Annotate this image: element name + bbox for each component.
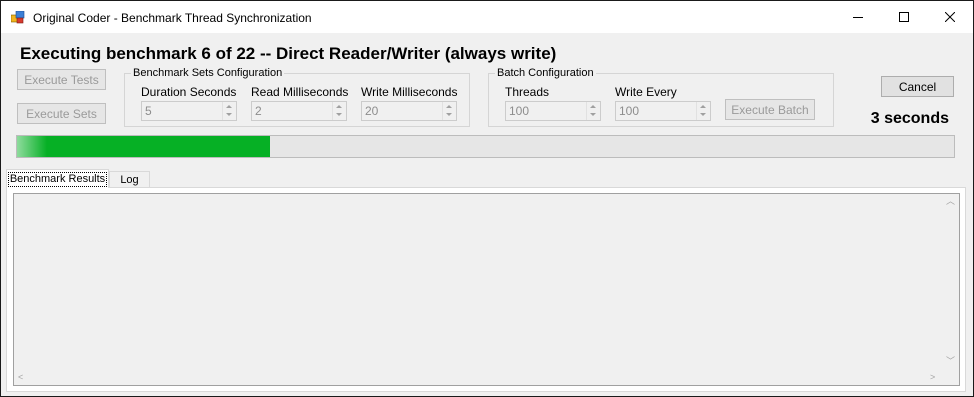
read-milliseconds-label: Read Milliseconds xyxy=(251,85,349,99)
scroll-down-icon[interactable]: ﹀ xyxy=(946,357,955,366)
tab-label: Benchmark Results xyxy=(7,171,108,187)
duration-seconds-stepper[interactable]: 5 xyxy=(141,101,237,121)
vertical-scrollbar[interactable]: ︿ ﹀ xyxy=(942,194,959,370)
execute-batch-button[interactable]: Execute Batch xyxy=(725,99,815,120)
cancel-button[interactable]: Cancel xyxy=(881,76,954,97)
execute-sets-button[interactable]: Execute Sets xyxy=(17,103,106,124)
spin-up-icon[interactable] xyxy=(590,105,596,108)
spin-buttons[interactable] xyxy=(442,102,456,120)
minimize-button[interactable] xyxy=(835,1,881,33)
threads-label: Threads xyxy=(505,85,550,99)
benchmark-results-list[interactable]: ︿ ﹀ < > xyxy=(13,193,960,386)
threads-stepper[interactable]: 100 xyxy=(505,101,601,121)
spin-buttons[interactable] xyxy=(696,102,710,120)
execute-tests-button[interactable]: Execute Tests xyxy=(17,69,106,90)
elapsed-time: 3 seconds xyxy=(870,110,949,127)
scroll-corner xyxy=(942,370,959,385)
app-icon xyxy=(11,11,25,24)
duration-seconds-label: Duration Seconds xyxy=(141,85,237,99)
read-milliseconds-stepper[interactable]: 2 xyxy=(251,101,347,121)
write-every-label: Write Every xyxy=(615,85,677,99)
scroll-up-icon[interactable]: ︿ xyxy=(946,197,955,206)
spin-up-icon[interactable] xyxy=(446,105,452,108)
maximize-button[interactable] xyxy=(881,1,927,33)
window-title: Original Coder - Benchmark Thread Synchr… xyxy=(33,11,312,25)
scroll-right-icon[interactable]: > xyxy=(930,373,935,382)
benchmark-status-heading: Executing benchmark 6 of 22 -- Direct Re… xyxy=(20,44,557,63)
scroll-left-icon[interactable]: < xyxy=(18,373,23,382)
spin-down-icon[interactable] xyxy=(700,113,706,116)
batch-configuration-group-title: Batch Configuration xyxy=(495,67,596,79)
benchmark-sets-group-title: Benchmark Sets Configuration xyxy=(131,67,285,79)
spin-buttons[interactable] xyxy=(332,102,346,120)
minimize-icon xyxy=(853,17,863,18)
read-milliseconds-value: 2 xyxy=(255,104,262,118)
spin-up-icon[interactable] xyxy=(226,105,232,108)
spin-down-icon[interactable] xyxy=(336,113,342,116)
close-icon xyxy=(945,12,955,22)
spin-down-icon[interactable] xyxy=(590,113,596,116)
progress-fill xyxy=(17,136,270,157)
title-bar[interactable]: Original Coder - Benchmark Thread Synchr… xyxy=(1,1,973,33)
tab-benchmark-results[interactable]: Benchmark Results xyxy=(6,169,109,188)
close-button[interactable] xyxy=(927,1,973,33)
spin-up-icon[interactable] xyxy=(336,105,342,108)
tab-log[interactable]: Log xyxy=(109,171,150,188)
write-milliseconds-label: Write Milliseconds xyxy=(361,85,458,99)
threads-value: 100 xyxy=(509,104,530,118)
write-every-stepper[interactable]: 100 xyxy=(615,101,711,121)
write-milliseconds-stepper[interactable]: 20 xyxy=(361,101,457,121)
spin-up-icon[interactable] xyxy=(700,105,706,108)
spin-buttons[interactable] xyxy=(586,102,600,120)
spin-down-icon[interactable] xyxy=(446,113,452,116)
write-milliseconds-value: 20 xyxy=(365,104,379,118)
duration-seconds-value: 5 xyxy=(145,104,152,118)
write-every-value: 100 xyxy=(619,104,640,118)
tab-panel: ︿ ﹀ < > xyxy=(6,187,966,392)
horizontal-scrollbar[interactable]: < > xyxy=(14,370,943,385)
progress-bar xyxy=(16,135,955,158)
spin-down-icon[interactable] xyxy=(226,113,232,116)
maximize-icon xyxy=(899,12,909,22)
benchmark-sets-group: Benchmark Sets Configuration Duration Se… xyxy=(124,67,470,127)
spin-buttons[interactable] xyxy=(222,102,236,120)
main-window: Original Coder - Benchmark Thread Synchr… xyxy=(0,0,974,397)
